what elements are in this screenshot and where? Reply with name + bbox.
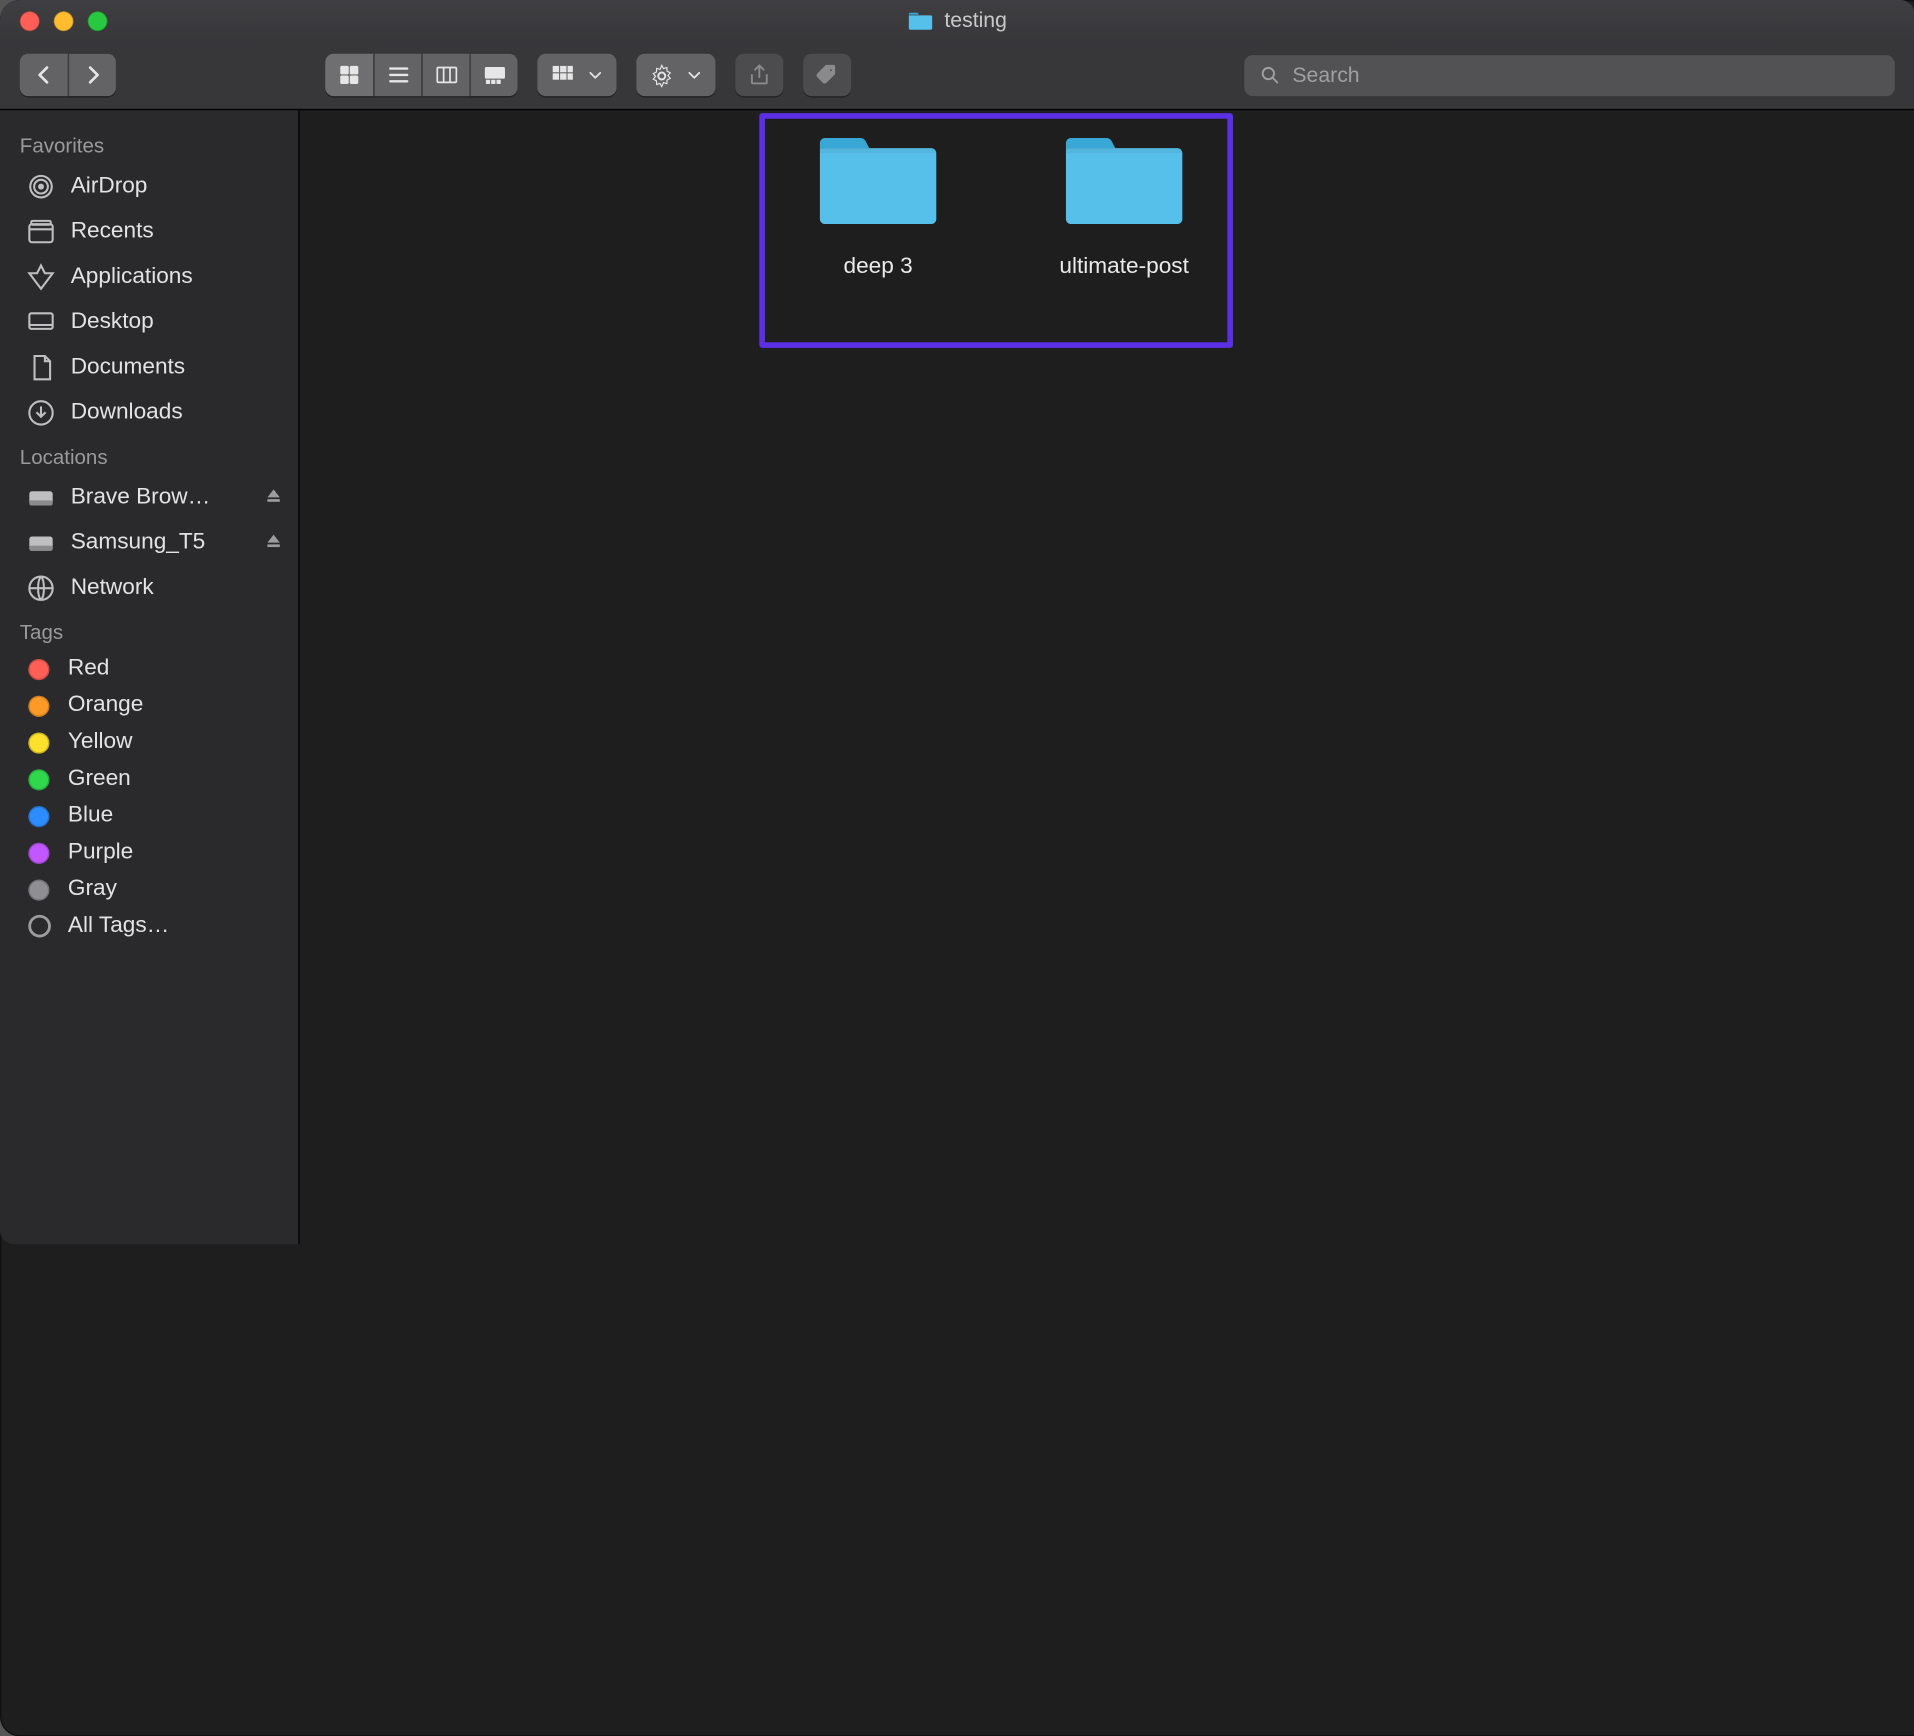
tag-dot-icon — [28, 769, 49, 790]
folder-icon — [814, 133, 941, 229]
all-tags-icon — [28, 915, 51, 938]
folder-icon — [1061, 133, 1188, 229]
share-icon — [747, 63, 772, 88]
gallery-icon — [481, 63, 506, 88]
search-placeholder: Search — [1292, 63, 1359, 87]
disk-icon — [25, 527, 56, 558]
sidebar-item-label: All Tags… — [68, 915, 169, 938]
folder-item-ultimate-post[interactable]: ultimate-post — [1046, 133, 1202, 280]
window-title: testing — [0, 9, 1914, 33]
sidebar-item-label: Brave Brow… — [71, 486, 211, 509]
desktop-icon — [25, 307, 56, 338]
sidebar-tag-green[interactable]: Green — [0, 761, 298, 798]
tag-icon — [814, 63, 839, 88]
share-button[interactable] — [735, 54, 783, 96]
sidebar-item-label: Purple — [68, 841, 133, 864]
search-icon — [1258, 64, 1281, 87]
sidebar-item-documents[interactable]: Documents — [0, 345, 298, 390]
finder-window: testing — [0, 0, 1914, 1244]
sidebar-section-tags: Tags — [0, 611, 298, 651]
sidebar-item-applications[interactable]: Applications — [0, 255, 298, 300]
back-button[interactable] — [20, 54, 68, 96]
columns-icon — [433, 63, 458, 88]
arrange-button[interactable] — [537, 54, 616, 96]
grid-icon — [337, 63, 362, 88]
item-label: deep 3 — [843, 255, 912, 280]
chevron-left-icon — [31, 63, 56, 88]
icon-grid: deep 3 ultimate-post — [800, 133, 1202, 280]
folder-icon — [908, 11, 933, 31]
tag-dot-icon — [28, 805, 49, 826]
tag-dot-icon — [28, 695, 49, 716]
sidebar-item-label: Blue — [68, 805, 113, 828]
sidebar-item-label: Documents — [71, 356, 185, 379]
sidebar-item-label: Gray — [68, 878, 117, 901]
eject-icon[interactable] — [263, 484, 284, 511]
icon-view-button[interactable] — [325, 54, 373, 96]
sidebar-item-disk-samsung[interactable]: Samsung_T5 — [0, 520, 298, 565]
tag-dot-icon — [28, 732, 49, 753]
sidebar-tag-yellow[interactable]: Yellow — [0, 724, 298, 761]
sidebar-item-label: Recents — [71, 221, 154, 244]
sidebar-tag-all[interactable]: All Tags… — [0, 908, 298, 945]
sidebar-item-label: Orange — [68, 694, 143, 717]
sidebar-item-label: Network — [71, 577, 154, 600]
sidebar-item-desktop[interactable]: Desktop — [0, 300, 298, 345]
sidebar-item-network[interactable]: Network — [0, 566, 298, 611]
disk-icon — [25, 482, 56, 513]
titlebar: testing — [0, 0, 1914, 110]
chevron-down-icon — [686, 63, 703, 88]
sidebar-item-disk-brave[interactable]: Brave Brow… — [0, 475, 298, 520]
tag-dot-icon — [28, 658, 49, 679]
chevron-down-icon — [587, 63, 604, 88]
sidebar-tag-orange[interactable]: Orange — [0, 687, 298, 724]
gear-icon — [649, 63, 674, 88]
tags-button[interactable] — [803, 54, 851, 96]
action-button[interactable] — [636, 54, 715, 96]
network-icon — [25, 573, 56, 604]
eject-icon[interactable] — [263, 530, 284, 557]
content-area[interactable]: deep 3 ultimate-post — [300, 110, 1914, 1244]
window-title-text: testing — [944, 9, 1007, 33]
sidebar-item-label: Downloads — [71, 402, 183, 425]
folder-item-deep3[interactable]: deep 3 — [800, 133, 956, 280]
sidebar-item-label: Applications — [71, 266, 193, 289]
sidebar-item-airdrop[interactable]: AirDrop — [0, 164, 298, 209]
sidebar-tag-gray[interactable]: Gray — [0, 871, 298, 908]
sidebar-item-downloads[interactable]: Downloads — [0, 390, 298, 435]
sidebar-section-locations: Locations — [0, 436, 298, 476]
sidebar-item-label: Desktop — [71, 311, 154, 334]
sidebar-item-recents[interactable]: Recents — [0, 209, 298, 254]
gallery-view-button[interactable] — [469, 54, 517, 96]
sidebar-tag-blue[interactable]: Blue — [0, 797, 298, 834]
window-body: Favorites AirDrop Recents Applications — [0, 110, 1914, 1244]
grid-small-icon — [550, 63, 575, 88]
sidebar-item-label: AirDrop — [71, 175, 148, 198]
list-icon — [385, 63, 410, 88]
sidebar-item-label: Green — [68, 768, 131, 791]
airdrop-icon — [25, 171, 56, 202]
search-field[interactable]: Search — [1244, 54, 1894, 96]
sidebar-item-label: Yellow — [68, 731, 133, 754]
item-label: ultimate-post — [1059, 255, 1189, 280]
sidebar-section-favorites: Favorites — [0, 124, 298, 164]
tag-dot-icon — [28, 879, 49, 900]
sidebar-tag-red[interactable]: Red — [0, 650, 298, 687]
sidebar-tag-purple[interactable]: Purple — [0, 834, 298, 871]
recents-icon — [25, 216, 56, 247]
sidebar-item-label: Red — [68, 658, 110, 681]
forward-button[interactable] — [68, 54, 116, 96]
column-view-button[interactable] — [421, 54, 469, 96]
applications-icon — [25, 262, 56, 293]
sidebar: Favorites AirDrop Recents Applications — [0, 110, 300, 1244]
documents-icon — [25, 352, 56, 383]
downloads-icon — [25, 397, 56, 428]
list-view-button[interactable] — [373, 54, 421, 96]
chevron-right-icon — [80, 63, 105, 88]
toolbar: Search — [0, 42, 1914, 109]
nav-buttons — [20, 54, 116, 96]
view-mode-buttons — [325, 54, 517, 96]
tag-dot-icon — [28, 842, 49, 863]
sidebar-item-label: Samsung_T5 — [71, 532, 206, 555]
